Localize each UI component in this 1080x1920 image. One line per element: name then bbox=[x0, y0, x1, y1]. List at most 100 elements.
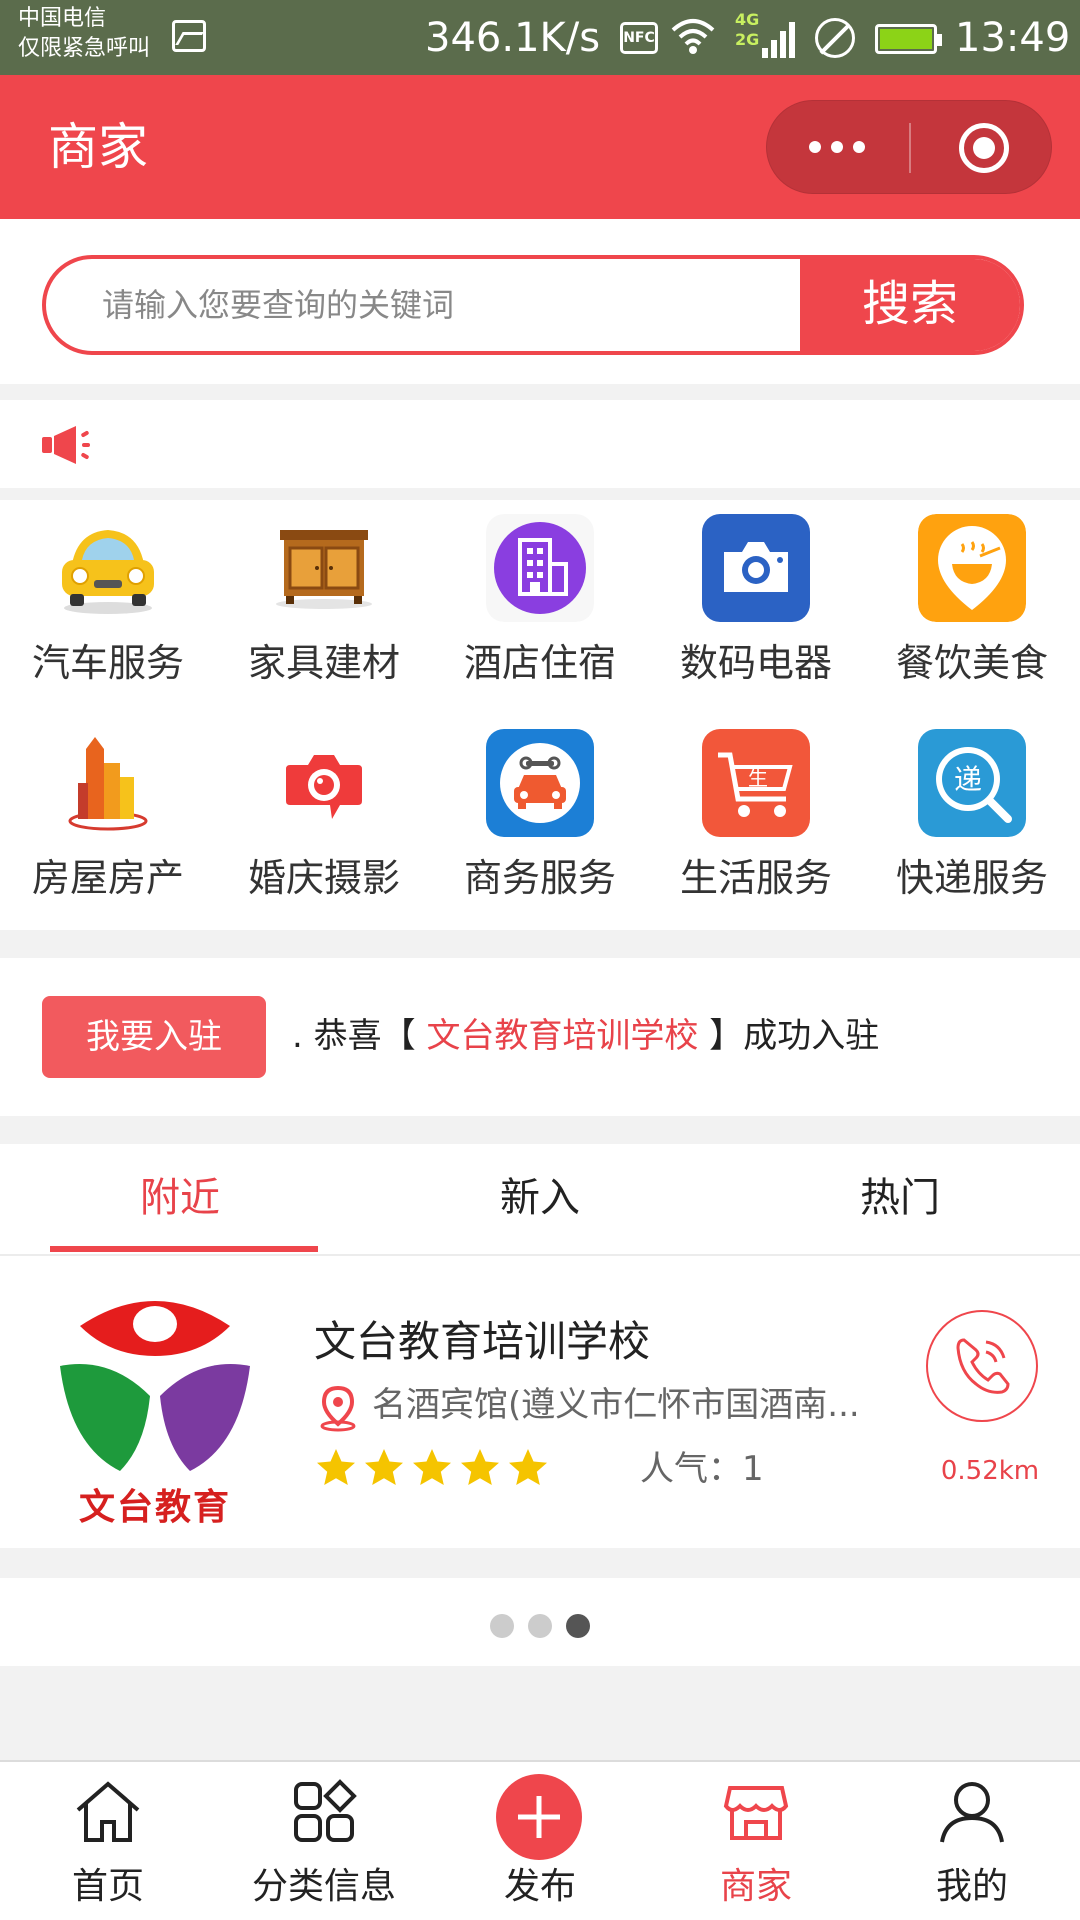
user-icon bbox=[940, 1782, 1004, 1843]
page-title: 商家 bbox=[48, 118, 148, 176]
pager-dot[interactable] bbox=[490, 1614, 514, 1638]
battery-icon bbox=[875, 24, 942, 54]
app-header: 商家 bbox=[0, 75, 1080, 219]
tabbar-label: 首页 bbox=[71, 1866, 144, 1907]
cabinet-icon bbox=[276, 530, 372, 609]
location-icon bbox=[320, 1385, 356, 1432]
network-type: 4G 2G bbox=[735, 10, 759, 50]
merchant-tabs: 附近 新入 热门 bbox=[0, 1144, 1080, 1256]
category-label: 生活服务 bbox=[679, 856, 832, 900]
wifi-icon bbox=[670, 16, 716, 65]
category-label: 快递服务 bbox=[895, 856, 1048, 900]
noodle-bowl-icon bbox=[918, 514, 1026, 622]
star-rating bbox=[314, 1446, 554, 1490]
popularity: 人气：1 bbox=[640, 1449, 764, 1489]
tabbar-store[interactable]: 商家 bbox=[648, 1762, 864, 1920]
tabbar-mine[interactable]: 我的 bbox=[864, 1762, 1080, 1920]
more-menu-button[interactable] bbox=[767, 101, 909, 195]
home-icon bbox=[76, 1781, 140, 1842]
star-icon bbox=[413, 1449, 451, 1485]
merchant-address: 名酒宾馆(遵义市仁怀市国酒南... bbox=[372, 1385, 860, 1425]
search-input[interactable] bbox=[102, 259, 802, 351]
speaker-icon bbox=[42, 426, 90, 464]
pagination-dots bbox=[0, 1578, 1080, 1666]
star-icon bbox=[509, 1449, 547, 1485]
phone-icon bbox=[956, 1338, 1010, 1394]
photo-camera-icon bbox=[286, 755, 362, 819]
network-speed: 346.1K/s bbox=[425, 15, 601, 61]
star-icon bbox=[317, 1449, 355, 1485]
search-bar: 搜索 bbox=[42, 255, 1024, 355]
search-section: 搜索 bbox=[0, 219, 1080, 384]
network-4g: 4G bbox=[735, 10, 760, 29]
logo-text: 文台教育 bbox=[78, 1487, 231, 1528]
join-announcement: . 恭喜【 文台教育培训学校 】成功入驻 bbox=[292, 1008, 879, 1064]
plus-icon bbox=[518, 1796, 560, 1838]
close-mini-program-button[interactable] bbox=[959, 123, 1009, 173]
store-icon bbox=[723, 1786, 789, 1840]
camera-icon bbox=[702, 514, 810, 622]
capsule-divider bbox=[909, 123, 911, 173]
search-button[interactable]: 搜索 bbox=[800, 259, 1020, 351]
category-label: 房屋房产 bbox=[31, 856, 184, 900]
category-grid: 汽车服务 家具建材 酒店住宿 数码电器 餐饮美食 房屋房产 婚庆摄影 商务服务 … bbox=[0, 500, 1080, 930]
category-label: 婚庆摄影 bbox=[247, 856, 400, 900]
tabbar-category[interactable]: 分类信息 bbox=[216, 1762, 432, 1920]
tabbar-label: 商家 bbox=[719, 1866, 792, 1907]
page: 中国电信 仅限紧急呼叫 346.1K/s NFC 4G 2G 13:49 商家 bbox=[0, 0, 1080, 1920]
star-icon bbox=[461, 1449, 499, 1485]
merchant-card[interactable]: 文台教育 文台教育培训学校 名酒宾馆(遵义市仁怀市国酒南... 人气：1 0.5… bbox=[0, 1256, 1080, 1548]
pager-dot[interactable] bbox=[566, 1614, 590, 1638]
tabbar-publish[interactable]: 发布 bbox=[432, 1762, 648, 1920]
category-hotel[interactable]: 酒店住宿 bbox=[432, 500, 648, 710]
category-real-estate[interactable]: 房屋房产 bbox=[0, 715, 216, 925]
shopping-cart-icon: 生 bbox=[702, 729, 810, 837]
pager-dot[interactable] bbox=[528, 1614, 552, 1638]
category-label: 餐饮美食 bbox=[895, 641, 1048, 685]
merchant-logo: 文台教育 bbox=[50, 1286, 260, 1528]
carrier-info: 中国电信 仅限紧急呼叫 bbox=[18, 4, 150, 64]
tab-active-indicator bbox=[50, 1246, 318, 1252]
svg-text:生: 生 bbox=[748, 766, 768, 790]
call-button[interactable] bbox=[926, 1310, 1038, 1422]
mini-program-capsule bbox=[766, 100, 1052, 194]
tabbar-label: 发布 bbox=[503, 1866, 576, 1907]
image-notification-icon bbox=[172, 20, 206, 52]
express-icon: 递 bbox=[918, 729, 1026, 837]
tab-popular[interactable]: 热门 bbox=[720, 1144, 1080, 1256]
tabbar-label: 分类信息 bbox=[251, 1866, 396, 1907]
join-prefix: . 恭喜【 bbox=[292, 1016, 427, 1056]
category-wedding-photo[interactable]: 婚庆摄影 bbox=[216, 715, 432, 925]
category-life-service[interactable]: 生 生活服务 bbox=[648, 715, 864, 925]
category-label: 数码电器 bbox=[679, 641, 832, 685]
tabbar-home[interactable]: 首页 bbox=[0, 1762, 216, 1920]
category-business-service[interactable]: 商务服务 bbox=[432, 715, 648, 925]
status-bar: 中国电信 仅限紧急呼叫 346.1K/s NFC 4G 2G 13:49 bbox=[0, 0, 1080, 75]
do-not-disturb-icon bbox=[815, 18, 855, 58]
tab-nearby[interactable]: 附近 bbox=[0, 1144, 360, 1256]
merchant-name[interactable]: 文台教育培训学校 bbox=[314, 1314, 650, 1370]
joined-merchant-name[interactable]: 文台教育培训学校 bbox=[426, 1016, 698, 1056]
category-express[interactable]: 递 快递服务 bbox=[864, 715, 1080, 925]
nfc-icon: NFC bbox=[620, 22, 658, 54]
join-section: 我要入驻 . 恭喜【 文台教育培训学校 】成功入驻 bbox=[0, 958, 1080, 1116]
category-furniture[interactable]: 家具建材 bbox=[216, 500, 432, 710]
buildings-icon bbox=[68, 737, 148, 831]
carrier-name: 中国电信 bbox=[18, 6, 107, 31]
car-repair-icon bbox=[486, 729, 594, 837]
clock: 13:49 bbox=[955, 15, 1071, 61]
tab-new[interactable]: 新入 bbox=[360, 1144, 720, 1256]
hotel-building-icon bbox=[486, 514, 594, 622]
category-label: 家具建材 bbox=[247, 641, 400, 685]
join-button[interactable]: 我要入驻 bbox=[42, 996, 266, 1078]
category-label: 汽车服务 bbox=[31, 641, 184, 685]
category-digital[interactable]: 数码电器 bbox=[648, 500, 864, 710]
category-food[interactable]: 餐饮美食 bbox=[864, 500, 1080, 710]
category-grid-icon bbox=[294, 1779, 357, 1842]
category-label: 酒店住宿 bbox=[463, 641, 616, 685]
category-car-service[interactable]: 汽车服务 bbox=[0, 500, 216, 710]
car-icon bbox=[62, 530, 154, 614]
logo-emblem bbox=[60, 1301, 250, 1471]
svg-text:递: 递 bbox=[954, 763, 982, 796]
signal-icon bbox=[762, 18, 796, 58]
